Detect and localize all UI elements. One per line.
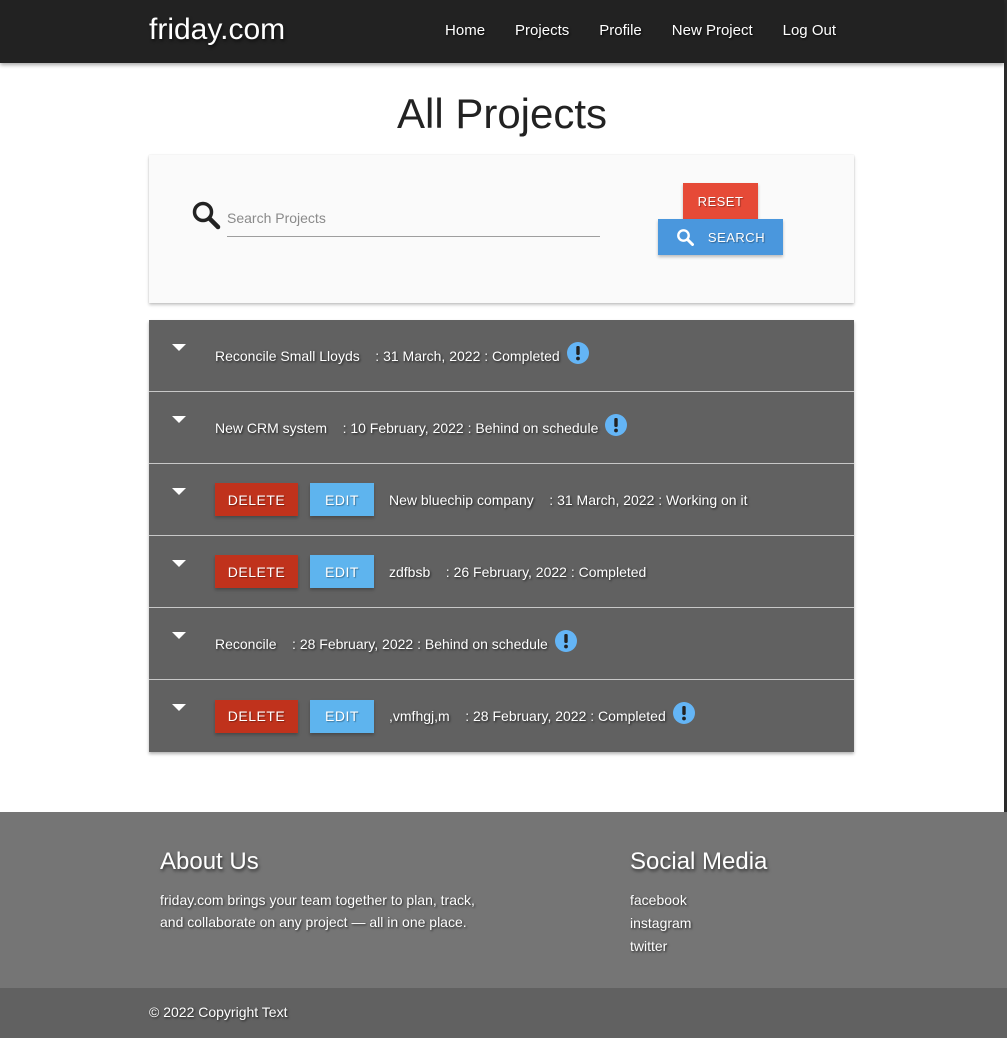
project-row[interactable]: DELETE EDIT zdfbsb : 26 February, 2022 : C… xyxy=(149,536,854,608)
caret-down-icon[interactable] xyxy=(172,344,186,351)
search-card: RESET SEARCH xyxy=(149,155,854,303)
project-summary: ,vmfhgj,m : 28 February, 2022 : Complete… xyxy=(389,708,666,724)
project-row[interactable]: Reconcile : 28 February, 2022 : Behind o… xyxy=(149,608,854,680)
alert-circle-icon xyxy=(554,629,577,652)
project-row-content: DELETE EDIT zdfbsb : 26 February, 2022 : C… xyxy=(215,536,646,608)
project-row-content: DELETE EDIT ,vmfhgj,m : 28 February, 2022 … xyxy=(215,680,696,752)
nav-link-new-project[interactable]: New Project xyxy=(657,0,768,63)
project-summary: zdfbsb : 26 February, 2022 : Completed xyxy=(389,563,647,580)
alert-circle-icon xyxy=(605,413,628,436)
caret-down-icon[interactable] xyxy=(172,704,186,711)
footer-copyright-bar: © 2022 Copyright Text xyxy=(0,988,1007,1038)
project-row[interactable]: Reconcile Small Lloyds : 31 March, 2022 … xyxy=(149,320,854,392)
caret-down-icon[interactable] xyxy=(172,416,186,423)
project-row-content: Reconcile Small Lloyds : 31 March, 2022 … xyxy=(215,320,590,392)
reset-button[interactable]: RESET xyxy=(683,183,758,219)
social-link-instagram[interactable]: instagram xyxy=(630,915,691,931)
top-navbar: friday.com Home Projects Profile New Pro… xyxy=(0,0,1004,63)
nav-link-projects[interactable]: Projects xyxy=(500,0,584,63)
alert-circle-icon xyxy=(566,341,589,364)
project-summary: Reconcile : 28 February, 2022 : Behind o… xyxy=(215,635,548,652)
caret-down-icon[interactable] xyxy=(172,488,186,495)
project-row-content: Reconcile : 28 February, 2022 : Behind o… xyxy=(215,608,578,680)
search-icon xyxy=(192,201,221,230)
delete-button[interactable]: DELETE xyxy=(215,483,298,516)
caret-down-icon[interactable] xyxy=(172,632,186,639)
social-link-facebook[interactable]: facebook xyxy=(630,892,687,908)
edit-button[interactable]: EDIT xyxy=(310,483,374,516)
nav-link-home[interactable]: Home xyxy=(430,0,500,63)
nav-link-log-out[interactable]: Log Out xyxy=(768,0,851,63)
social-title: Social Media xyxy=(630,848,768,875)
about-text-line: and collaborate on any project — all in … xyxy=(160,914,467,930)
social-link-twitter[interactable]: twitter xyxy=(630,938,667,954)
project-row-content: DELETE EDIT New bluechip company : 31 Marc… xyxy=(215,464,747,536)
delete-button[interactable]: DELETE xyxy=(215,555,298,588)
caret-down-icon[interactable] xyxy=(172,560,186,567)
nav-link-profile[interactable]: Profile xyxy=(584,0,657,63)
project-summary: New bluechip company : 31 March, 2022 : … xyxy=(389,491,748,508)
about-text: friday.com brings your team together to … xyxy=(160,889,500,933)
edit-button[interactable]: EDIT xyxy=(310,699,374,733)
search-input[interactable] xyxy=(227,199,600,237)
about-title: About Us xyxy=(160,848,259,875)
project-row[interactable]: DELETE EDIT New bluechip company : 31 Marc… xyxy=(149,464,854,536)
social-links: facebook instagram twitter xyxy=(630,889,691,958)
nav-links: Home Projects Profile New Project Log Ou… xyxy=(430,0,851,63)
project-row[interactable]: New CRM system : 10 February, 2022 : Beh… xyxy=(149,392,854,464)
copyright-text: © 2022 Copyright Text xyxy=(149,1004,288,1020)
project-list: Reconcile Small Lloyds : 31 March, 2022 … xyxy=(149,320,854,752)
project-summary: New CRM system : 10 February, 2022 : Beh… xyxy=(215,419,599,436)
project-row-content: New CRM system : 10 February, 2022 : Beh… xyxy=(215,392,628,464)
edit-button[interactable]: EDIT xyxy=(310,555,374,588)
page-title: All Projects xyxy=(396,90,608,137)
about-text-line: friday.com brings your team together to … xyxy=(160,892,475,908)
search-button[interactable]: SEARCH xyxy=(658,219,783,255)
alert-circle-icon xyxy=(672,702,695,724)
project-row[interactable]: DELETE EDIT ,vmfhgj,m : 28 February, 2022 … xyxy=(149,680,854,752)
brand-logo[interactable]: friday.com xyxy=(149,13,285,47)
search-icon xyxy=(677,229,694,246)
project-summary: Reconcile Small Lloyds : 31 March, 2022 … xyxy=(215,347,560,364)
search-button-label: SEARCH xyxy=(707,229,766,245)
delete-button[interactable]: DELETE xyxy=(215,699,298,733)
